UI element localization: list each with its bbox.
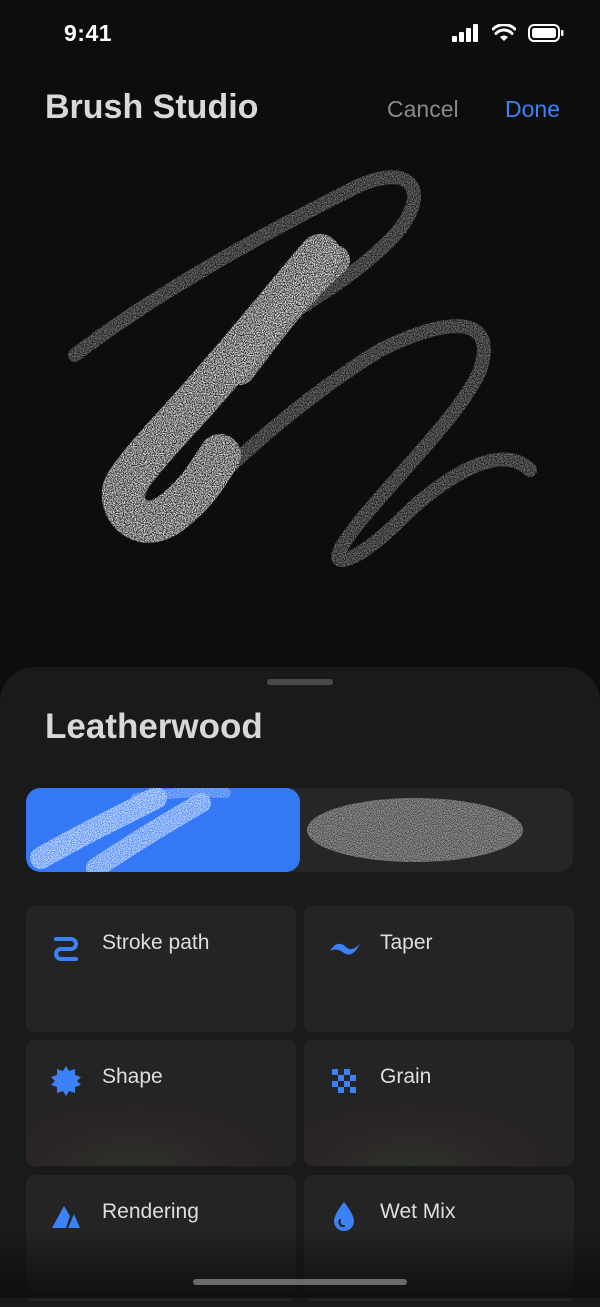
- brush-preview-selector: [26, 788, 573, 872]
- status-time: 9:41: [64, 20, 113, 46]
- grain-label: Grain: [380, 1065, 432, 1088]
- drawing-pad-preview[interactable]: [0, 140, 600, 660]
- shape-label: Shape: [102, 1065, 163, 1088]
- shape-tile[interactable]: Shape: [26, 1040, 296, 1166]
- stroke-path-icon: [54, 937, 78, 961]
- stroke-path-tile[interactable]: Stroke path: [26, 906, 296, 1032]
- stroke-path-label: Stroke path: [102, 931, 210, 954]
- battery-icon: [528, 24, 564, 42]
- taper-label: Taper: [380, 931, 433, 954]
- brush-name: Leatherwood: [45, 707, 263, 746]
- brush-preview-tab-b[interactable]: [300, 788, 573, 872]
- sheet-grabber[interactable]: [267, 679, 333, 685]
- rendering-label: Rendering: [102, 1200, 199, 1223]
- grain-tile[interactable]: Grain: [304, 1040, 574, 1166]
- home-indicator[interactable]: [193, 1279, 407, 1285]
- status-icons: [452, 24, 564, 42]
- done-button[interactable]: Done: [505, 96, 560, 123]
- brush-stroke-swatch-a: [30, 788, 231, 872]
- taper-icon: [330, 943, 360, 955]
- cancel-button[interactable]: Cancel: [387, 96, 459, 123]
- wifi-icon: [492, 24, 516, 41]
- wet-mix-label: Wet Mix: [380, 1200, 456, 1223]
- shape-icon: [51, 1066, 81, 1096]
- wet-mix-icon: [334, 1202, 354, 1231]
- rendering-icon: [52, 1206, 80, 1228]
- taper-tile[interactable]: Taper: [304, 906, 574, 1032]
- brush-settings-sheet: Leatherwood Stroke path Taper Shape Grai…: [0, 667, 600, 1307]
- page-title: Brush Studio: [45, 88, 259, 126]
- status-bar: 9:41: [0, 0, 600, 70]
- brush-stroke-preview: [68, 170, 537, 567]
- header: Brush Studio Cancel Done: [0, 80, 600, 140]
- brush-preview-tab-a[interactable]: [26, 788, 300, 872]
- grain-icon: [332, 1069, 356, 1093]
- cellular-signal-icon: [452, 24, 478, 42]
- brush-stroke-swatch-b: [307, 798, 523, 862]
